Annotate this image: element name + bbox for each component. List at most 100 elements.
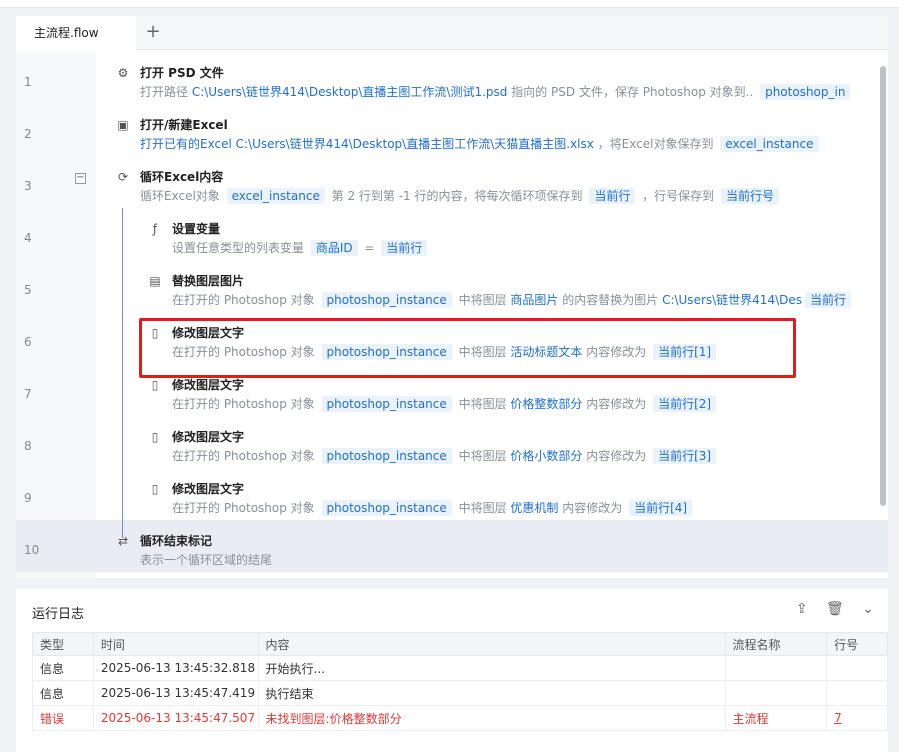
param-link[interactable]: C:\Users\链世界414\Desktop\直播主图工作流\测试1.psd — [192, 85, 508, 99]
variable-chip[interactable]: 当前行[2] — [653, 396, 717, 412]
cell-type: 错误 — [32, 705, 94, 731]
line-number: 8 — [24, 439, 32, 453]
flow-step-row[interactable]: 1 ⚙ 打开 PSD 文件 打开路径 C:\Users\链世界414\Desktop\… — [16, 52, 888, 104]
step-description: 设置任意类型的列表变量 商品ID = 当前行 — [172, 239, 430, 256]
table-row[interactable]: 信息 2025-06-13 13:45:47.419 执行结束 — [32, 680, 888, 706]
flow-step-row[interactable]: 8 ▯ 修改图层文字 在打开的 Photoshop 对象 photoshop_inst… — [16, 416, 888, 468]
excel-icon: ▣ — [117, 118, 129, 132]
desc-text: ，行号保存到 — [638, 189, 718, 203]
desc-text: 中将图层 — [454, 293, 511, 307]
variable-chip[interactable]: photoshop_instance — [321, 396, 452, 412]
col-content: 内容 — [257, 632, 726, 656]
step-description: 在打开的 Photoshop 对象 photoshop_instance 中将图… — [172, 395, 719, 412]
line-number: 9 — [24, 491, 32, 505]
param-link[interactable]: 价格整数部分 — [510, 397, 582, 411]
flow-step-row[interactable]: 5 ▤ 替换图层图片 在打开的 Photoshop 对象 photoshop_inst… — [16, 260, 888, 312]
variable-chip[interactable]: photoshop_instance — [321, 448, 452, 464]
top-strip — [0, 0, 899, 8]
step-title: 修改图层文字 — [172, 482, 245, 496]
variable-chip[interactable]: 当前行号 — [720, 188, 779, 204]
variable-chip[interactable]: 当前行[3] — [653, 448, 717, 464]
line-number: 4 — [24, 231, 32, 245]
variable-chip[interactable]: excel_instance — [226, 188, 325, 204]
variable-chip[interactable]: photoshop_instance — [321, 500, 452, 516]
step-title: 打开/新建Excel — [140, 118, 228, 132]
desc-text: 表示一个循环区域的结尾 — [140, 553, 273, 567]
loopend-icon: ⇄ — [117, 534, 129, 548]
param-link[interactable]: 商品图片 — [510, 293, 558, 307]
variable-chip[interactable]: 当前行 — [805, 292, 852, 308]
desc-text: 内容修改为 — [582, 397, 651, 411]
flow-step[interactable]: ▯ 修改图层文字 在打开的 Photoshop 对象 photoshop_insta… — [148, 416, 864, 468]
cell-time: 2025-06-13 13:45:47.419 — [92, 680, 259, 706]
variable-chip[interactable]: 当前行 — [381, 240, 428, 256]
cell-line — [826, 655, 888, 681]
chevron-down-icon[interactable]: ⌄ — [862, 601, 874, 617]
param-link[interactable]: 价格小数部分 — [510, 449, 582, 463]
param-link[interactable]: 优惠机制 — [510, 501, 558, 515]
psd-icon: ⚙ — [117, 66, 129, 80]
desc-text: 在打开的 Photoshop 对象 — [172, 293, 319, 307]
desc-text: = — [360, 241, 379, 255]
cell-time: 2025-06-13 13:45:32.818 — [92, 655, 259, 681]
param-link[interactable]: 打开已有的Excel — [140, 137, 232, 151]
step-title: 打开 PSD 文件 — [140, 66, 224, 80]
cell-content: 执行结束 — [257, 680, 726, 706]
loop-icon: ⟳ — [117, 170, 129, 184]
collapse-toggle[interactable]: − — [75, 173, 86, 184]
line-number: 5 — [24, 283, 32, 297]
param-link[interactable]: C:\Users\链世界414\Des — [662, 293, 802, 307]
text-icon: ▯ — [151, 378, 159, 392]
variable-chip[interactable]: excel_instance — [720, 136, 819, 152]
step-title: 修改图层文字 — [172, 430, 245, 444]
step-description: 循环Excel对象 excel_instance 第 2 行到第 -1 行的内容… — [140, 187, 782, 204]
line-number: 3 — [24, 179, 32, 193]
flow-step[interactable]: ⇄ 循环结束标记 表示一个循环区域的结尾 — [116, 520, 864, 572]
line-number-link[interactable]: 7 — [826, 705, 888, 731]
variable-chip[interactable]: photoshop_in — [760, 84, 851, 100]
flow-step[interactable]: ⚙ 打开 PSD 文件 打开路径 C:\Users\链世界414\Desktop\直… — [116, 52, 864, 104]
table-row[interactable]: 信息 2025-06-13 13:45:32.818 开始执行... — [32, 655, 888, 681]
variable-chip[interactable]: 当前行[4] — [629, 500, 693, 516]
step-title: 设置变量 — [172, 222, 221, 236]
desc-text: 在打开的 Photoshop 对象 — [172, 501, 319, 515]
flow-step-row[interactable]: 10 ⇄ 循环结束标记 表示一个循环区域的结尾 — [16, 520, 888, 572]
col-flow: 流程名称 — [724, 632, 828, 656]
img-icon: ▤ — [149, 274, 161, 288]
flow-step-row[interactable]: 2 ▣ 打开/新建Excel 打开已有的Excel C:\Users\链世界414\D… — [16, 104, 888, 156]
flow-step[interactable]: ⟳ 循环Excel内容 循环Excel对象 excel_instance 第 2 行… — [116, 156, 864, 208]
text-icon: ▯ — [151, 482, 159, 496]
line-number: 2 — [24, 127, 32, 141]
desc-text: 中将图层 — [454, 501, 511, 515]
line-number: 7 — [24, 387, 32, 401]
highlight-box-step-6 — [139, 318, 796, 378]
add-tab-button[interactable]: + — [142, 16, 164, 50]
flow-step-row[interactable]: 9 ▯ 修改图层文字在打开的 Photoshop 对象 photoshop_inst… — [16, 468, 888, 520]
loop-indent-line — [122, 208, 123, 538]
cell-type: 信息 — [32, 680, 94, 706]
export-icon[interactable]: ⇪ — [796, 601, 808, 617]
col-type: 类型 — [32, 632, 94, 656]
flow-step-row[interactable]: 4 ƒ 设置变量 设置任意类型的列表变量 商品ID = 当前行 — [16, 208, 888, 260]
flow-step[interactable]: ▯ 修改图层文字在打开的 Photoshop 对象 photoshop_insta… — [148, 468, 864, 520]
text-icon: ▯ — [151, 430, 159, 444]
cell-type: 信息 — [32, 655, 94, 681]
variable-chip[interactable]: 商品ID — [310, 240, 358, 256]
cell-content: 开始执行... — [257, 655, 726, 681]
flow-step[interactable]: ƒ 设置变量 设置任意类型的列表变量 商品ID = 当前行 — [148, 208, 864, 260]
log-table: 类型 时间 内容 流程名称 行号 信息 2025-06-13 13:45:32.… — [32, 632, 888, 731]
vertical-scrollbar[interactable] — [880, 66, 886, 506]
table-row-error[interactable]: 错误 2025-06-13 13:45:47.507 未找到图层:价格整数部分 … — [32, 705, 888, 731]
flow-editor: 主流程.flow + 1 ⚙ 打开 PSD 文件 打开路径 C:\Users\链世界4… — [16, 16, 888, 578]
cell-time: 2025-06-13 13:45:47.507 — [92, 705, 259, 731]
cell-content: 未找到图层:价格整数部分 — [257, 705, 726, 731]
param-link[interactable]: C:\Users\链世界414\Desktop\直播主图工作流\天猫直播主图.x… — [232, 137, 594, 151]
trash-icon[interactable]: 🗑 — [826, 601, 844, 617]
flow-step[interactable]: ▣ 打开/新建Excel 打开已有的Excel C:\Users\链世界414\De… — [116, 104, 864, 156]
flow-step-row[interactable]: 3 − ⟳ 循环Excel内容 循环Excel对象 excel_instance 第 2… — [16, 156, 888, 208]
variable-chip[interactable]: photoshop_instance — [321, 292, 452, 308]
tab-main-flow[interactable]: 主流程.flow — [16, 16, 136, 50]
variable-chip[interactable]: 当前行 — [589, 188, 636, 204]
line-number: 6 — [24, 335, 32, 349]
flow-step[interactable]: ▤ 替换图层图片 在打开的 Photoshop 对象 photoshop_insta… — [148, 260, 864, 312]
